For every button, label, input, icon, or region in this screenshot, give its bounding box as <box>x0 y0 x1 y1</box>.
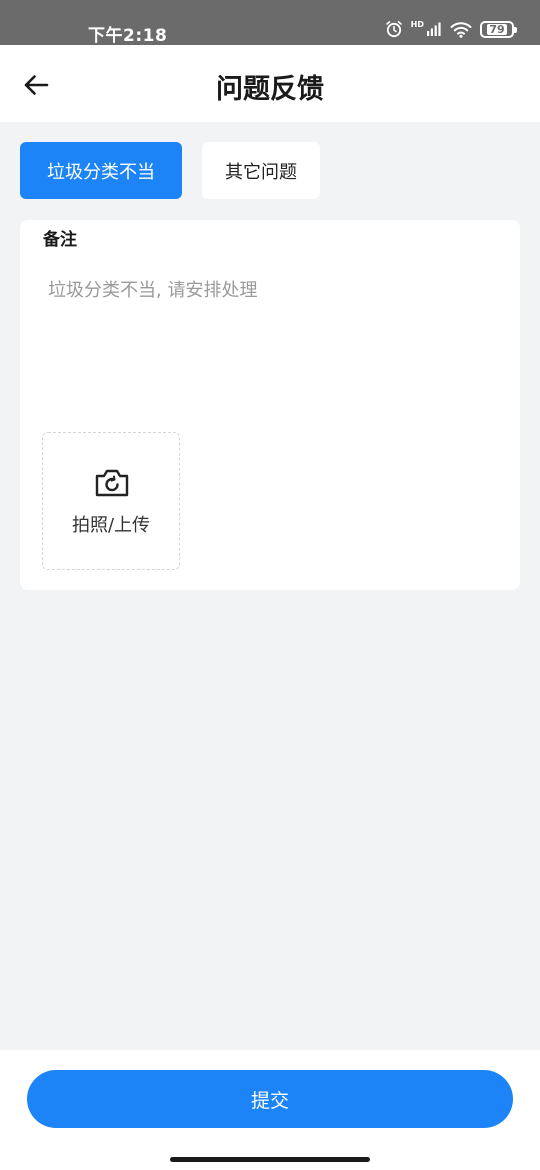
remark-input[interactable] <box>48 276 488 396</box>
status-bar: 下午2:18 HD 79 <box>0 0 540 46</box>
remark-card: 备注 拍照/上传 <box>20 220 520 590</box>
category-tabs: 垃圾分类不当 其它问题 <box>20 142 320 199</box>
alarm-icon <box>385 21 402 38</box>
battery-icon: 79 <box>480 20 517 38</box>
tab-other-issues[interactable]: 其它问题 <box>202 142 320 199</box>
home-indicator <box>170 1157 370 1162</box>
wifi-icon <box>450 21 472 38</box>
signal-icon <box>427 22 441 36</box>
upload-label: 拍照/上传 <box>71 515 151 536</box>
app-header: 问题反馈 <box>0 45 540 122</box>
bottom-bar: 提交 <box>0 1050 540 1170</box>
photo-upload-button[interactable]: 拍照/上传 <box>42 432 180 570</box>
status-time: 下午2:18 <box>88 26 168 46</box>
status-icons: HD 79 <box>385 20 517 38</box>
page-title: 问题反馈 <box>216 74 324 105</box>
camera-icon <box>95 469 129 497</box>
submit-button[interactable]: 提交 <box>27 1070 513 1128</box>
tab-improper-sorting[interactable]: 垃圾分类不当 <box>20 142 182 199</box>
remark-label: 备注 <box>43 230 77 250</box>
battery-level: 79 <box>487 22 507 36</box>
network-type: HD <box>410 20 424 29</box>
